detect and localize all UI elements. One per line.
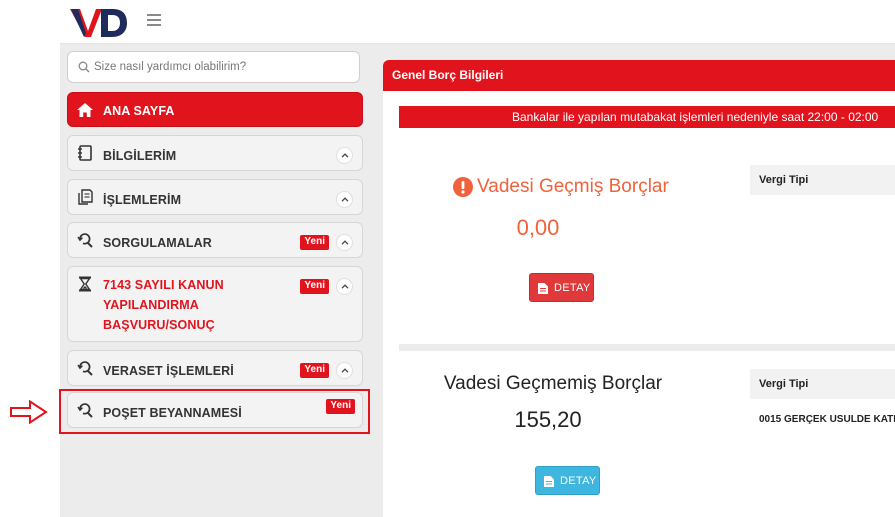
not-due-amount: 155,20 [514,407,582,432]
table-header: Vergi Tipi [750,369,895,399]
overdue-amount: 0,00 [516,215,560,240]
top-bar [60,0,895,44]
panel-body: Bankalar ile yapılan mutabakat işlemleri… [383,91,895,517]
main-content: Genel Borç Bilgileri Bankalar ile yapıla… [370,44,895,517]
notice-banner: Bankalar ile yapılan mutabakat işlemleri… [399,106,895,128]
sidebar-item-label: SORGULAMALAR [103,236,212,250]
column-header-vergi-tipi: Vergi Tipi [759,174,809,186]
chevron-up-icon[interactable] [336,278,353,295]
sidebar-item-bilgilerim[interactable]: BİLGİLERİM [67,135,363,171]
sidebar-item-sorgulamalar[interactable]: SORGULAMALAR Yeni [67,222,363,258]
sidebar-item-islemlerim[interactable]: İŞLEMLERİM [67,179,363,215]
document-icon [544,476,554,487]
sidebar-item-veraset[interactable]: VERASET İŞLEMLERİ Yeni [67,350,363,386]
sidebar-item-label: BİLGİLERİM [103,149,177,163]
not-due-title: Vadesi Geçmemiş Borçlar [443,373,663,394]
search-input[interactable] [94,58,349,76]
panel-header: Genel Borç Bilgileri [383,60,895,91]
hamburger-icon[interactable] [147,14,161,26]
section-divider [399,344,895,351]
search-box[interactable] [67,51,360,83]
sidebar-item-7143-yapilandirma[interactable]: 7143 SAYILI KANUN YAPILANDIRMA BAŞVURU/S… [67,266,363,342]
search-refresh-icon [77,361,93,376]
sidebar: ANA SAYFA BİLGİLERİM İŞLEMLERİM SORGULAM… [60,44,370,517]
search-icon [78,61,90,73]
new-badge: Yeni [300,363,329,378]
button-label: DETAY [560,475,597,487]
sidebar-item-label: ANA SAYFA [103,104,175,118]
label-line: BAŞVURU/SONUÇ [103,318,215,332]
notice-text: Bankalar ile yapılan mutabakat işlemleri… [512,110,879,124]
new-badge: Yeni [300,279,329,294]
vd-logo[interactable] [68,5,128,39]
not-due-detail-button[interactable]: DETAY [535,466,600,495]
table-cell-vergi-tipi[interactable]: 0015 GERÇEK USULDE KATM [759,414,895,425]
highlight-box [59,389,370,434]
overdue-title: Vadesi Geçmiş Borçlar [477,176,669,197]
chevron-up-icon[interactable] [336,191,353,208]
arrow-right-outline-icon [10,400,48,424]
new-badge: Yeni [300,235,329,250]
notebook-icon [78,145,92,161]
sidebar-item-label: İŞLEMLERİM [103,193,182,207]
search-refresh-icon [77,233,93,248]
chevron-up-icon[interactable] [336,362,353,379]
home-icon [77,103,93,117]
chevron-up-icon[interactable] [336,147,353,164]
exclamation-circle-icon [453,177,473,197]
document-icon [538,283,548,294]
sidebar-item-label: 7143 SAYILI KANUN YAPILANDIRMA BAŞVURU/S… [103,275,224,335]
sidebar-item-home[interactable]: ANA SAYFA [67,92,363,127]
label-line: YAPILANDIRMA [103,298,199,312]
sidebar-item-label: VERASET İŞLEMLERİ [103,364,234,378]
documents-icon [78,189,93,205]
button-label: DETAY [554,282,591,294]
column-header-vergi-tipi: Vergi Tipi [759,378,809,390]
panel-title: Genel Borç Bilgileri [392,68,504,82]
label-line: 7143 SAYILI KANUN [103,278,224,292]
table-header: Vergi Tipi [750,165,895,195]
chevron-up-icon[interactable] [336,234,353,251]
overdue-detail-button[interactable]: DETAY [529,273,594,302]
hourglass-icon [79,276,91,292]
